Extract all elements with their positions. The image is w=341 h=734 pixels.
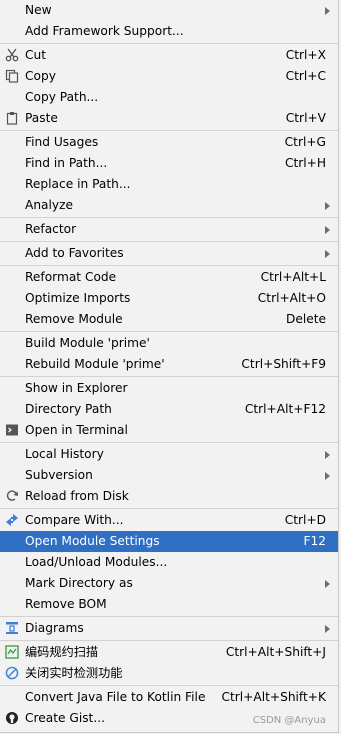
menu-item-analyze[interactable]: Analyze: [0, 195, 338, 216]
menu-item-build-module[interactable]: Build Module 'prime': [0, 333, 338, 354]
compare-arrows-icon: [5, 513, 19, 527]
submenu-arrow-icon: [325, 226, 330, 234]
code-scan-icon: [5, 645, 19, 659]
menu-item-cut[interactable]: Cut Ctrl+X: [0, 45, 338, 66]
separator: [0, 130, 338, 131]
submenu-arrow-icon: [325, 580, 330, 588]
menu-item-open-in-terminal[interactable]: Open in Terminal: [0, 420, 338, 441]
separator: [0, 508, 338, 509]
reload-icon: [5, 489, 19, 503]
menu-item-load-unload-modules[interactable]: Load/Unload Modules...: [0, 552, 338, 573]
menu-item-find-in-path[interactable]: Find in Path... Ctrl+H: [0, 153, 338, 174]
menu-item-open-module-settings[interactable]: Open Module Settings F12: [0, 531, 338, 552]
menu-item-refactor[interactable]: Refactor: [0, 219, 338, 240]
menu-item-copy[interactable]: Copy Ctrl+C: [0, 66, 338, 87]
menu-item-reformat-code[interactable]: Reformat Code Ctrl+Alt+L: [0, 267, 338, 288]
separator: [0, 43, 338, 44]
separator: [0, 265, 338, 266]
menu-item-convert-to-kotlin[interactable]: Convert Java File to Kotlin File Ctrl+Alt…: [0, 687, 338, 708]
copy-icon: [5, 69, 19, 83]
separator: [0, 640, 338, 641]
github-icon: [5, 711, 19, 725]
context-menu: New Add Framework Support... Cut Ctrl+X C…: [0, 0, 339, 733]
submenu-arrow-icon: [325, 202, 330, 210]
submenu-arrow-icon: [325, 625, 330, 633]
menu-item-show-in-explorer[interactable]: Show in Explorer: [0, 378, 338, 399]
menu-item-find-usages[interactable]: Find Usages Ctrl+G: [0, 132, 338, 153]
menu-item-add-framework[interactable]: Add Framework Support...: [0, 21, 338, 42]
menu-item-mark-directory-as[interactable]: Mark Directory as: [0, 573, 338, 594]
menu-item-optimize-imports[interactable]: Optimize Imports Ctrl+Alt+O: [0, 288, 338, 309]
menu-item-directory-path[interactable]: Directory Path Ctrl+Alt+F12: [0, 399, 338, 420]
diagram-icon: [5, 621, 19, 635]
terminal-icon: [5, 423, 19, 437]
menu-item-replace-in-path[interactable]: Replace in Path...: [0, 174, 338, 195]
separator: [0, 331, 338, 332]
submenu-arrow-icon: [325, 451, 330, 459]
menu-item-paste[interactable]: Paste Ctrl+V: [0, 108, 338, 129]
separator: [0, 442, 338, 443]
separator: [0, 217, 338, 218]
submenu-arrow-icon: [325, 472, 330, 480]
separator: [0, 376, 338, 377]
submenu-arrow-icon: [325, 250, 330, 258]
clipboard-icon: [5, 111, 19, 125]
submenu-arrow-icon: [325, 7, 330, 15]
menu-item-new[interactable]: New: [0, 0, 338, 21]
scissors-icon: [5, 48, 19, 62]
menu-item-diagrams[interactable]: Diagrams: [0, 618, 338, 639]
menu-item-local-history[interactable]: Local History: [0, 444, 338, 465]
prohibit-icon: [5, 666, 19, 680]
separator: [0, 241, 338, 242]
separator: [0, 685, 338, 686]
menu-item-copy-path[interactable]: Copy Path...: [0, 87, 338, 108]
menu-item-remove-bom[interactable]: Remove BOM: [0, 594, 338, 615]
menu-item-rebuild-module[interactable]: Rebuild Module 'prime' Ctrl+Shift+F9: [0, 354, 338, 375]
menu-item-remove-module[interactable]: Remove Module Delete: [0, 309, 338, 330]
watermark: CSDN @Anyua: [252, 715, 326, 726]
menu-item-close-realtime-detection[interactable]: 关闭实时检测功能: [0, 663, 338, 684]
menu-item-code-scan[interactable]: 编码规约扫描 Ctrl+Alt+Shift+J: [0, 642, 338, 663]
menu-item-compare-with[interactable]: Compare With... Ctrl+D: [0, 510, 338, 531]
menu-item-reload-from-disk[interactable]: Reload from Disk: [0, 486, 338, 507]
menu-item-add-favorites[interactable]: Add to Favorites: [0, 243, 338, 264]
separator: [0, 616, 338, 617]
menu-item-subversion[interactable]: Subversion: [0, 465, 338, 486]
